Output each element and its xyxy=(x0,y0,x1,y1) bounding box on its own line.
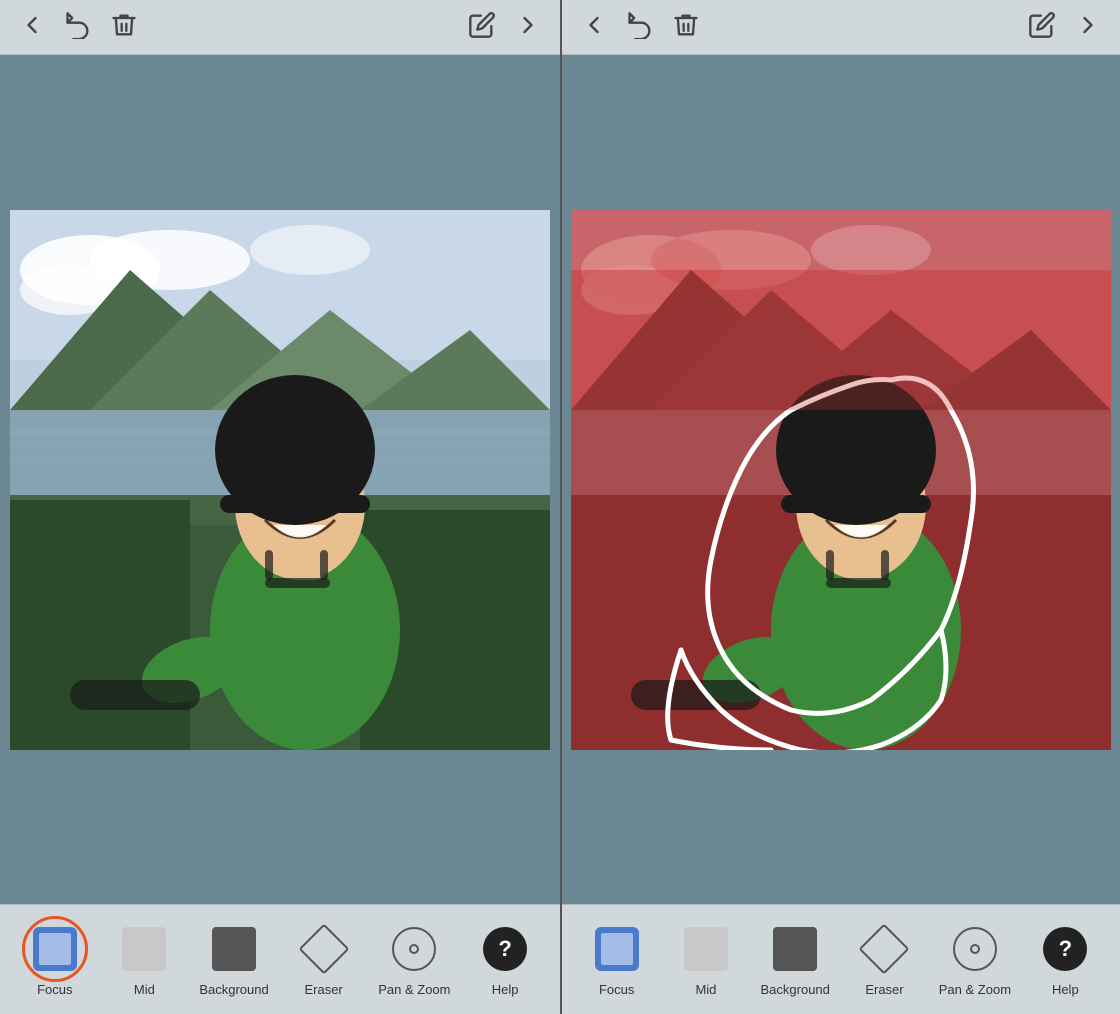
left-focus-label: Focus xyxy=(37,982,72,997)
right-undo-button[interactable] xyxy=(626,11,654,43)
right-mid-icon-wrap xyxy=(679,922,733,976)
right-panzoom-label: Pan & Zoom xyxy=(939,982,1011,997)
right-delete-button[interactable] xyxy=(672,11,700,43)
delete-button[interactable] xyxy=(110,11,138,43)
left-mid-label: Mid xyxy=(134,982,155,997)
right-eraser-icon-wrap xyxy=(857,922,911,976)
left-photo-svg xyxy=(10,210,550,750)
right-eraser-shape xyxy=(859,924,910,975)
right-tool-background[interactable]: Background xyxy=(760,922,830,997)
right-forward-button[interactable] xyxy=(1074,11,1102,43)
right-tool-mid[interactable]: Mid xyxy=(671,922,741,997)
right-toolbar-left xyxy=(580,11,700,43)
left-help-label: Help xyxy=(492,982,519,997)
right-tool-focus[interactable]: Focus xyxy=(582,922,652,997)
left-photo xyxy=(10,210,550,750)
right-focus-label: Focus xyxy=(599,982,634,997)
edit-button[interactable] xyxy=(468,11,496,43)
forward-button[interactable] xyxy=(514,11,542,43)
right-bg-icon-wrap xyxy=(768,922,822,976)
right-bottom-toolbar: Focus Mid Background Eraser xyxy=(562,904,1120,1014)
left-tool-mid[interactable]: Mid xyxy=(109,922,179,997)
left-eraser-icon-wrap xyxy=(297,922,351,976)
left-help-icon-wrap: ? xyxy=(478,922,532,976)
left-bg-icon-wrap xyxy=(207,922,261,976)
right-toolbar xyxy=(562,0,1120,55)
focus-icon xyxy=(33,927,77,971)
left-focus-icon-wrap xyxy=(28,922,82,976)
right-bg-label: Background xyxy=(761,982,830,997)
left-tool-focus[interactable]: Focus xyxy=(20,922,90,997)
right-eraser-icon xyxy=(862,927,906,971)
right-help-label: Help xyxy=(1052,982,1079,997)
mid-icon xyxy=(122,927,166,971)
back-button[interactable] xyxy=(18,11,46,43)
right-photo-svg xyxy=(571,210,1111,750)
undo-button[interactable] xyxy=(64,11,92,43)
right-toolbar-right xyxy=(1028,11,1102,43)
left-mid-icon-wrap xyxy=(117,922,171,976)
right-panzoom-icon-wrap xyxy=(948,922,1002,976)
right-tool-help[interactable]: ? Help xyxy=(1030,922,1100,997)
help-icon: ? xyxy=(483,927,527,971)
right-mid-icon xyxy=(684,927,728,971)
right-edit-button[interactable] xyxy=(1028,11,1056,43)
right-photo xyxy=(571,210,1111,750)
right-panzoom-icon xyxy=(953,927,997,971)
left-panzoom-icon-wrap xyxy=(387,922,441,976)
right-help-icon-wrap: ? xyxy=(1038,922,1092,976)
left-bottom-toolbar: Focus Mid Background Eraser xyxy=(0,904,560,1014)
right-back-button[interactable] xyxy=(580,11,608,43)
left-tool-help[interactable]: ? Help xyxy=(470,922,540,997)
left-toolbar-left xyxy=(18,11,138,43)
right-eraser-label: Eraser xyxy=(865,982,903,997)
left-toolbar xyxy=(0,0,560,55)
eraser-shape xyxy=(298,924,349,975)
right-focus-icon xyxy=(595,927,639,971)
left-bg-label: Background xyxy=(199,982,268,997)
left-eraser-label: Eraser xyxy=(304,982,342,997)
background-icon xyxy=(212,927,256,971)
right-tool-eraser[interactable]: Eraser xyxy=(849,922,919,997)
eraser-icon xyxy=(302,927,346,971)
right-background-icon xyxy=(773,927,817,971)
right-panel: Focus Mid Background Eraser xyxy=(560,0,1120,1014)
right-image-area xyxy=(562,55,1120,904)
right-focus-icon-wrap xyxy=(590,922,644,976)
left-panel: Focus Mid Background Eraser xyxy=(0,0,560,1014)
left-tool-eraser[interactable]: Eraser xyxy=(289,922,359,997)
right-tool-panzoom[interactable]: Pan & Zoom xyxy=(939,922,1011,997)
panzoom-icon xyxy=(392,927,436,971)
left-tool-background[interactable]: Background xyxy=(199,922,269,997)
left-image-area xyxy=(0,55,560,904)
left-toolbar-right xyxy=(468,11,542,43)
left-tool-panzoom[interactable]: Pan & Zoom xyxy=(378,922,450,997)
right-help-icon: ? xyxy=(1043,927,1087,971)
right-mid-label: Mid xyxy=(695,982,716,997)
panzoom-inner-circle xyxy=(409,944,419,954)
right-panzoom-inner-circle xyxy=(970,944,980,954)
left-panzoom-label: Pan & Zoom xyxy=(378,982,450,997)
